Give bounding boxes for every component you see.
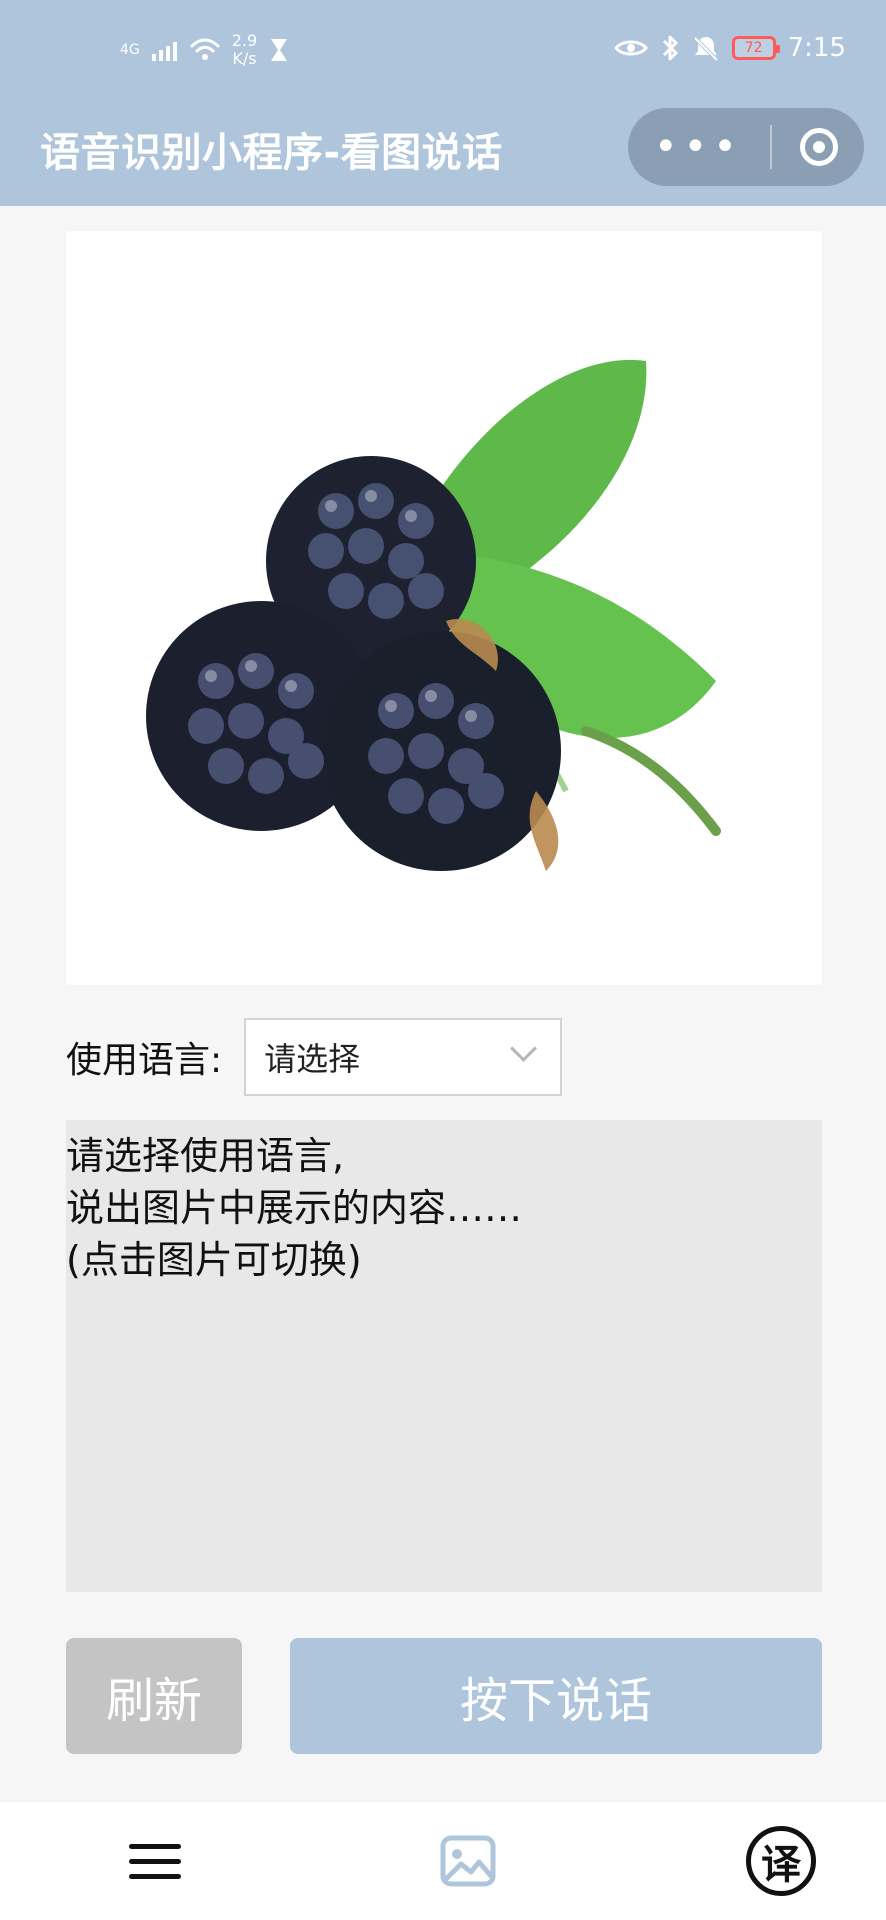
refresh-button[interactable]: 刷新 [66,1638,242,1754]
eye-icon [613,40,648,56]
top-bar: 4G 2.9 K/s 72 7:15 语音识别小程序-看图说话 ••• [0,0,886,206]
network-speed-value: 2.9 [231,31,258,50]
hourglass-icon [271,39,288,61]
status-left: 4G 2.9 K/s [120,32,289,68]
status-right: 72 7:15 [613,33,846,63]
clock: 7:15 [787,33,846,63]
battery-indicator: 72 [731,36,780,60]
wifi-icon [190,38,220,60]
language-select-value: 请选择 [264,1040,361,1078]
network-speed-unit: K/s [232,49,257,68]
translate-label: 译 [761,1842,801,1888]
prompt-textarea[interactable]: 请选择使用语言, 说出图片中展示的内容…… (点击图片可切换) [66,1120,822,1592]
translate-icon[interactable]: 译 [746,1826,816,1896]
miniapp-capsule: ••• [628,108,864,186]
network-speed: 2.9 K/s [232,32,257,68]
signal-icon [151,42,177,61]
page-title: 语音识别小程序-看图说话 [40,130,503,176]
network-indicator: 4G [120,42,140,58]
speak-button[interactable]: 按下说话 [290,1638,822,1754]
blackberry-image [146,359,721,871]
blackberry-photo[interactable] [66,231,822,985]
battery-level: 72 [744,40,763,56]
image-icon[interactable] [433,1826,503,1896]
language-row: 使用语言: 请选择 [66,1018,563,1096]
more-icon[interactable]: ••• [654,127,743,167]
language-label: 使用语言: [66,1040,223,1081]
bell-off-icon [693,36,719,62]
menu-icon[interactable] [120,1826,190,1896]
bottom-tabbar: 译 [0,1802,886,1920]
language-select[interactable]: 请选择 [244,1018,563,1096]
capsule-divider [770,125,773,169]
target-icon[interactable] [800,128,838,166]
bluetooth-icon [662,35,678,61]
chevron-down-icon [510,1039,534,1063]
